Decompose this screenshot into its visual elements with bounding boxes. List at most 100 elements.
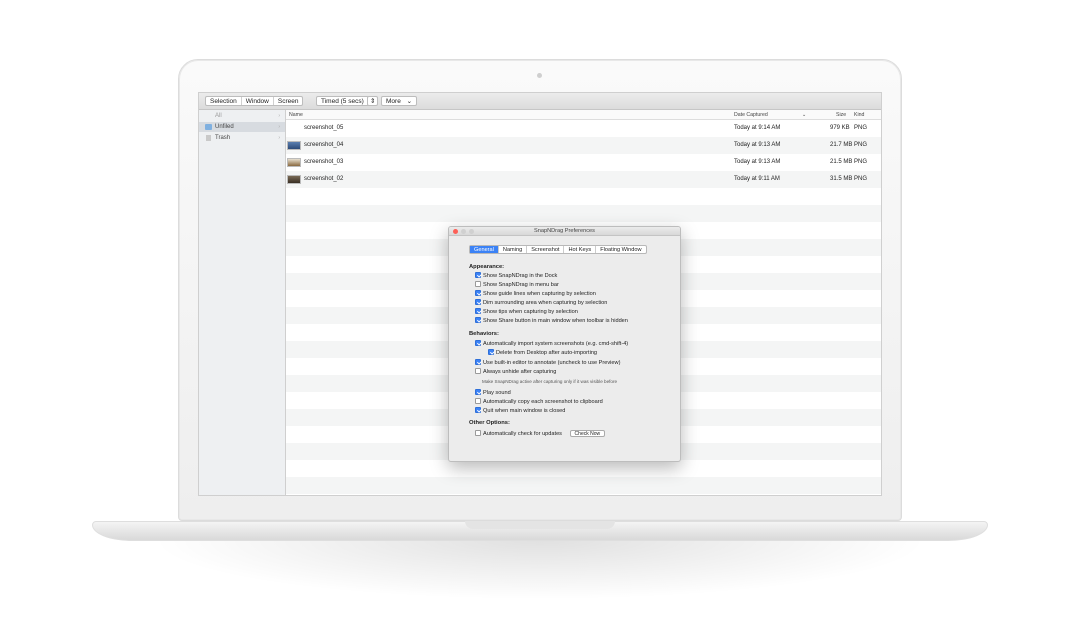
checkbox[interactable] [475, 290, 481, 296]
option-delete-from-desktop[interactable]: Delete from Desktop after auto-importing [488, 349, 597, 357]
window-button[interactable]: Window [242, 97, 274, 105]
option-auto-import[interactable]: Automatically import system screenshots … [475, 340, 628, 348]
option-guide-lines[interactable]: Show guide lines when capturing by selec… [475, 290, 596, 298]
tab-screenshot[interactable]: Screenshot [527, 246, 565, 253]
sidebar-item-label: Trash [215, 135, 231, 141]
sidebar-item-label: Unfiled [215, 124, 234, 130]
option-label: Show SnapNDrag in menu bar [483, 282, 559, 288]
trash-icon [206, 135, 211, 141]
checkbox[interactable] [475, 272, 481, 278]
more-button[interactable]: More ⌄ [381, 96, 418, 106]
option-label: Automatically check for updates [483, 431, 562, 437]
file-name: screenshot_03 [304, 159, 344, 165]
sidebar-arrow-icon: › [278, 124, 280, 130]
toolbar: Selection Window Screen Timed (5 secs) ⇕… [199, 93, 881, 110]
option-label: Automatically copy each screenshot to cl… [483, 399, 603, 405]
tab-general[interactable]: General [470, 246, 499, 253]
file-size: 979 KB [830, 125, 850, 131]
sidebar-arrow-icon: › [278, 135, 280, 141]
file-date: Today at 9:14 AM [734, 125, 781, 131]
column-size[interactable]: Size [836, 110, 846, 120]
table-row[interactable]: screenshot_05 Today at 9:14 AM 979 KB PN… [286, 120, 881, 137]
tab-hot-keys[interactable]: Hot Keys [564, 246, 597, 253]
checkbox[interactable] [475, 317, 481, 323]
file-name: screenshot_04 [304, 142, 344, 148]
checkbox[interactable] [475, 407, 481, 413]
file-name: screenshot_02 [304, 176, 344, 182]
checkbox[interactable] [475, 281, 481, 287]
empty-row [286, 477, 881, 494]
table-row[interactable]: screenshot_03 Today at 9:13 AM 21.5 MB P… [286, 154, 881, 171]
option-label: Quit when main window is closed [483, 408, 566, 414]
checkbox[interactable] [475, 430, 481, 436]
file-date: Today at 9:13 AM [734, 159, 781, 165]
option-share-button[interactable]: Show Share button in main window when to… [475, 317, 628, 325]
tab-floating-window[interactable]: Floating Window [596, 246, 645, 253]
checkbox[interactable] [475, 340, 481, 346]
option-play-sound[interactable]: Play sound [475, 389, 511, 397]
sidebar-item-trash[interactable]: Trash › [199, 133, 285, 143]
tab-naming[interactable]: Naming [499, 246, 528, 253]
zoom-button[interactable] [469, 229, 474, 234]
sort-chevron-icon: ⌄ [802, 112, 807, 118]
checkbox[interactable] [475, 359, 481, 365]
list-header: Name Date Captured ⌄ Size Kind [286, 110, 881, 120]
thumbnail-image [287, 175, 301, 184]
column-name[interactable]: Name [289, 110, 303, 120]
file-kind: PNG [854, 176, 868, 182]
option-always-unhide[interactable]: Always unhide after capturing [475, 368, 556, 376]
selection-button[interactable]: Selection [206, 97, 242, 105]
option-auto-copy[interactable]: Automatically copy each screenshot to cl… [475, 398, 603, 406]
screen-button[interactable]: Screen [274, 97, 303, 105]
timer-stepper[interactable]: ⇕ [367, 96, 379, 106]
option-show-in-menu-bar[interactable]: Show SnapNDrag in menu bar [475, 281, 559, 289]
thumbnail-image [287, 141, 301, 150]
thumbnail-image [287, 158, 301, 167]
check-now-button[interactable]: Check Now [569, 430, 606, 437]
option-label: Show tips when capturing by selection [483, 309, 578, 315]
checkbox[interactable] [488, 349, 494, 355]
file-kind: PNG [854, 125, 868, 131]
option-show-tips[interactable]: Show tips when capturing by selection [475, 308, 578, 316]
option-label: Automatically import system screenshots … [483, 341, 629, 347]
file-kind: PNG [854, 159, 868, 165]
option-quit-when-closed[interactable]: Quit when main window is closed [475, 407, 565, 415]
minimize-button[interactable] [461, 229, 466, 234]
preferences-dialog: SnapNDrag Preferences General Naming Scr… [448, 226, 681, 462]
option-label: Show SnapNDrag in the Dock [483, 273, 558, 279]
checkbox[interactable] [475, 299, 481, 305]
option-label: Play sound [483, 390, 511, 396]
checkbox[interactable] [475, 368, 481, 374]
laptop-shadow [150, 540, 930, 600]
empty-row [286, 205, 881, 222]
sidebar-item-all[interactable]: All › [199, 111, 285, 121]
option-label: Dim surrounding area when capturing by s… [483, 300, 608, 306]
capture-mode-segment: Selection Window Screen [205, 96, 304, 106]
table-row[interactable]: screenshot_04 Today at 9:13 AM 21.7 MB P… [286, 137, 881, 154]
option-label: Always unhide after capturing [483, 369, 557, 375]
option-builtin-editor[interactable]: Use built-in editor to annotate (uncheck… [475, 359, 620, 367]
checkbox[interactable] [475, 398, 481, 404]
checkbox[interactable] [475, 308, 481, 314]
option-dim-surrounding[interactable]: Dim surrounding area when capturing by s… [475, 299, 607, 307]
checkbox[interactable] [475, 389, 481, 395]
file-name: screenshot_05 [304, 125, 344, 131]
option-show-in-dock[interactable]: Show SnapNDrag in the Dock [475, 272, 557, 280]
file-kind: PNG [854, 142, 868, 148]
close-button[interactable] [453, 229, 458, 234]
sidebar-item-unfiled[interactable]: Unfiled › [199, 122, 285, 132]
other-options-heading: Other Options: [469, 420, 510, 426]
column-date[interactable]: Date Captured [734, 110, 768, 120]
sidebar-arrow-icon: › [278, 113, 280, 119]
option-check-updates[interactable]: Automatically check for updates Check No… [475, 430, 606, 438]
stepper-icon: ⇕ [370, 98, 376, 105]
sidebar: All › Unfiled › Trash › [199, 110, 286, 495]
file-date: Today at 9:13 AM [734, 142, 781, 148]
column-kind[interactable]: Kind [854, 110, 864, 120]
timed-button[interactable]: Timed (5 secs) [316, 96, 369, 106]
chevron-down-icon: ⌄ [406, 98, 413, 105]
file-size: 21.5 MB [830, 159, 853, 165]
table-row[interactable]: screenshot_02 Today at 9:11 AM 31.5 MB P… [286, 171, 881, 188]
unhide-hint: Make SnapNDrag active after capturing on… [482, 379, 618, 384]
option-label: Show Share button in main window when to… [483, 318, 628, 324]
